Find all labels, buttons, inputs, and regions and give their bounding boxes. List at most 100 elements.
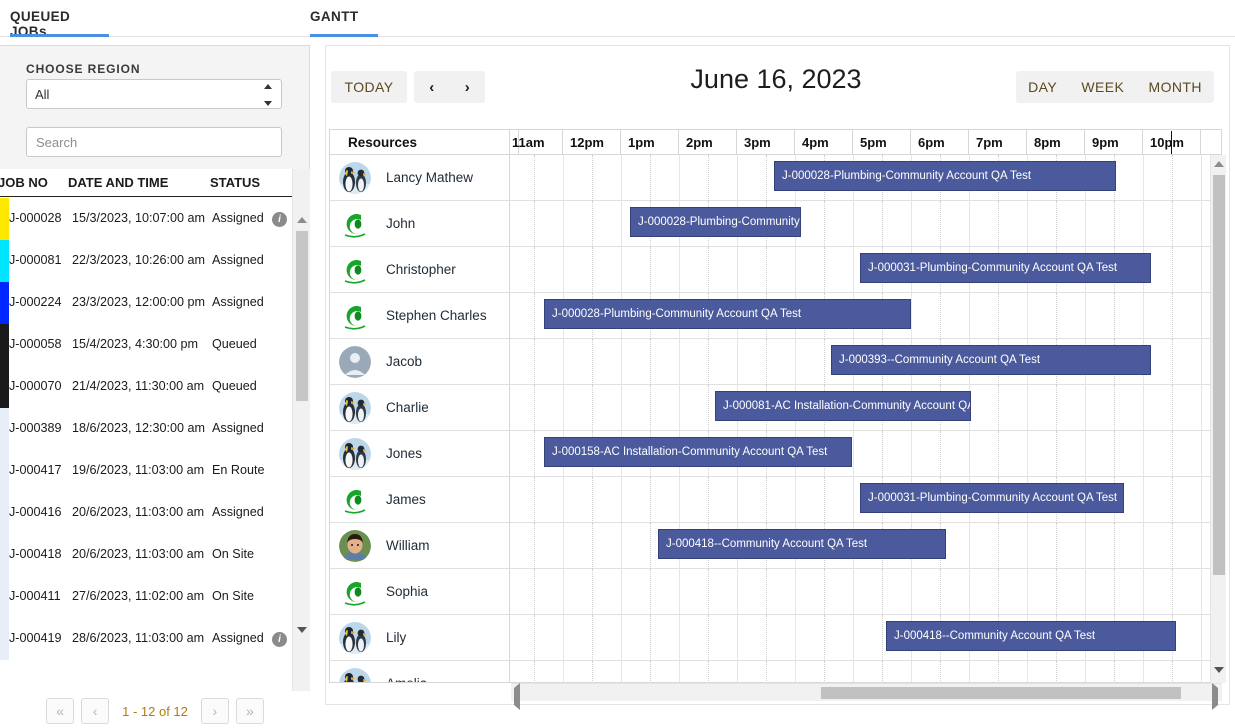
gridline-hour (1143, 523, 1144, 569)
gantt-scroll-left-icon[interactable] (514, 683, 520, 710)
scroll-down-icon[interactable] (293, 621, 310, 639)
gantt-lane[interactable]: J-000028-Plumbing-Community Account QA T… (510, 155, 1221, 201)
search-input[interactable] (26, 127, 282, 157)
table-row[interactable]: J-000419 28/6/2023, 11:03:00 am Assigned i (0, 618, 292, 660)
tab-queued-jobs[interactable]: QUEUED JOBs (10, 0, 109, 39)
table-row[interactable]: J-000070 21/4/2023, 11:30:00 am Queued (0, 366, 292, 408)
view-mode-day[interactable]: DAY (1028, 79, 1057, 95)
resource-row[interactable]: Lancy Mathew (330, 155, 510, 201)
gantt-bar[interactable]: J-000031-Plumbing-Community Account QA T… (860, 483, 1124, 513)
choose-region-label: CHOOSE REGION (26, 62, 141, 76)
avatar (339, 575, 371, 608)
scroll-up-icon[interactable] (293, 211, 310, 229)
table-row[interactable]: J-000081 22/3/2023, 10:26:00 am Assigned (0, 240, 292, 282)
chevron-updown-icon[interactable] (263, 84, 272, 106)
table-row[interactable]: J-000389 18/6/2023, 12:30:00 am Assigned (0, 408, 292, 450)
gridline-halfhour (534, 155, 535, 201)
gridline-halfhour (534, 523, 535, 569)
resource-row[interactable]: Charlie (330, 385, 510, 431)
gantt-lane[interactable] (510, 569, 1221, 615)
gantt-bar[interactable]: J-000031-Plumbing-Community Account QA T… (860, 253, 1151, 283)
gantt-scroll-right-icon[interactable] (1212, 683, 1218, 710)
resource-row[interactable]: Amelia (330, 661, 510, 682)
gridline-halfhour (940, 293, 941, 339)
gantt-lane[interactable]: J-000418--Community Account QA Test (510, 523, 1221, 569)
resource-row[interactable]: Lily (330, 615, 510, 661)
resource-row[interactable]: William (330, 523, 510, 569)
resource-row[interactable]: John (330, 201, 510, 247)
gridline-hour (969, 431, 970, 477)
pagination-next-button[interactable]: › (200, 698, 229, 724)
gridline-halfhour (766, 155, 767, 201)
table-row[interactable]: J-000411 27/6/2023, 11:02:00 am On Site (0, 576, 292, 618)
gantt-lane[interactable]: J-000393--Community Account QA Test (510, 339, 1221, 385)
gantt-bar[interactable]: J-000418--Community Account QA Test (886, 621, 1176, 651)
pagination-last-button[interactable]: » (235, 698, 264, 724)
gridline-halfhour (534, 247, 535, 293)
gridline-hour (737, 155, 738, 201)
view-mode-week[interactable]: WEEK (1081, 79, 1124, 95)
gantt-bar[interactable]: J-000028-Plumbing-Community Acc (630, 207, 801, 237)
table-row[interactable]: J-000028 15/3/2023, 10:07:00 am Assigned i (0, 198, 292, 240)
gridline-hour (1027, 661, 1028, 682)
gantt-hscroll-thumb[interactable] (821, 687, 1181, 699)
pagination-first-button[interactable]: « (46, 698, 75, 724)
view-mode-month[interactable]: MONTH (1149, 79, 1202, 95)
gantt-bar[interactable]: J-000028-Plumbing-Community Account QA T… (774, 161, 1116, 191)
table-row[interactable]: J-000224 23/3/2023, 12:00:00 pm Assigned (0, 282, 292, 324)
tab-gantt[interactable]: GANTT (310, 0, 378, 37)
gridline-hour (563, 385, 564, 431)
gantt-bar[interactable]: J-000393--Community Account QA Test (831, 345, 1151, 375)
resource-row[interactable]: Jones (330, 431, 510, 477)
next-date-icon[interactable]: › (465, 80, 470, 95)
gridline-halfhour (766, 615, 767, 661)
table-row[interactable]: J-000058 15/4/2023, 4:30:00 pm Queued (0, 324, 292, 366)
resource-row[interactable]: Christopher (330, 247, 510, 293)
resource-row[interactable]: Sophia (330, 569, 510, 615)
gantt-lane[interactable]: J-000158-AC Installation-Community Accou… (510, 431, 1221, 477)
region-select[interactable]: All (26, 79, 282, 109)
gantt-lane[interactable]: J-000031-Plumbing-Community Account QA T… (510, 477, 1221, 523)
gantt-lane[interactable]: J-000031-Plumbing-Community Account QA T… (510, 247, 1221, 293)
jobs-scrollbar[interactable] (292, 169, 310, 691)
gantt-bar[interactable]: J-000158-AC Installation-Community Accou… (544, 437, 852, 467)
pagination-prev-button[interactable]: ‹ (81, 698, 110, 724)
today-button[interactable]: TODAY (331, 71, 407, 103)
gantt-lane[interactable] (510, 661, 1221, 682)
info-icon[interactable]: i (272, 632, 287, 647)
gridline-hour (1201, 293, 1202, 339)
time-tick-4pm: 4pm (795, 130, 853, 154)
info-icon[interactable]: i (272, 212, 287, 227)
gantt-scroll-down-icon[interactable] (1211, 663, 1227, 677)
resource-row[interactable]: Jacob (330, 339, 510, 385)
resource-name: Charlie (386, 400, 429, 415)
prev-date-icon[interactable]: ‹ (429, 80, 434, 95)
table-row[interactable]: J-000417 19/6/2023, 11:03:00 am En Route (0, 450, 292, 492)
gantt-horizontal-scrollbar[interactable] (511, 683, 1222, 710)
gantt-grid-body[interactable]: Lancy Mathew J-000028-Plumbing-Community … (329, 155, 1222, 683)
gridline-hour (621, 339, 622, 385)
resource-row[interactable]: James (330, 477, 510, 523)
gridline-halfhour (708, 477, 709, 523)
gantt-vertical-scrollbar[interactable] (1210, 155, 1226, 683)
gantt-bar[interactable]: J-000081-AC Installation-Community Accou… (715, 391, 971, 421)
jobs-table-body[interactable]: J-000028 15/3/2023, 10:07:00 am Assigned i J… (0, 198, 292, 691)
gantt-bar[interactable]: J-000418--Community Account QA Test (658, 529, 946, 559)
gantt-bar[interactable]: J-000028-Plumbing-Community Account QA T… (544, 299, 911, 329)
gantt-vscroll-thumb[interactable] (1213, 175, 1225, 575)
gridline-halfhour (1172, 339, 1173, 385)
table-row[interactable]: J-000418 20/6/2023, 11:03:00 am On Site (0, 534, 292, 576)
jobs-scroll-thumb[interactable] (296, 231, 308, 401)
gridline-halfhour (824, 615, 825, 661)
gridline-hour (1085, 201, 1086, 247)
gridline-halfhour (1056, 661, 1057, 682)
gantt-lane[interactable]: J-000081-AC Installation-Community Accou… (510, 385, 1221, 431)
time-tick-9pm: 9pm (1085, 130, 1143, 154)
gantt-lane[interactable]: J-000418--Community Account QA Test (510, 615, 1221, 661)
gantt-scroll-up-icon[interactable] (1211, 157, 1227, 171)
gantt-lane[interactable]: J-000028-Plumbing-Community Acc (510, 201, 1221, 247)
gridline-hour (853, 615, 854, 661)
gantt-lane[interactable]: J-000028-Plumbing-Community Account QA T… (510, 293, 1221, 339)
resource-row[interactable]: Stephen Charles (330, 293, 510, 339)
table-row[interactable]: J-000416 20/6/2023, 11:03:00 am Assigned (0, 492, 292, 534)
